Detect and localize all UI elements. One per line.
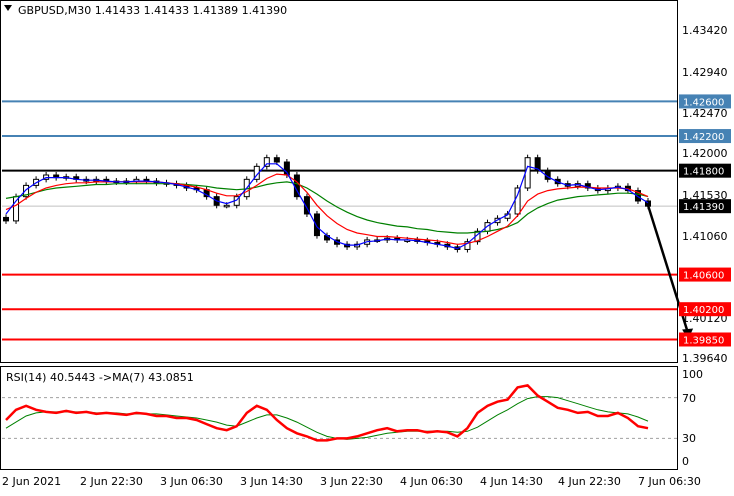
level-price-tag: 1.40600	[679, 267, 731, 282]
x-tick-label: 3 Jun 14:30	[240, 475, 303, 488]
level-price-tag: 1.42200	[679, 129, 731, 144]
level-price-tag-text: 1.42600	[683, 97, 724, 108]
x-tick-label: 3 Jun 06:30	[160, 475, 223, 488]
y-tick-label: 1.43420	[682, 24, 728, 37]
x-tick-label: 4 Jun 22:30	[558, 475, 621, 488]
level-price-tag-text: 1.41800	[683, 167, 724, 178]
level-price-tag: 1.42600	[679, 94, 731, 109]
x-tick-label: 2 Jun 22:30	[80, 475, 143, 488]
x-tick-label: 7 Jun 06:30	[638, 475, 701, 488]
rsi-header-label: RSI(14) 40.5443 ->MA(7) 43.0851	[6, 371, 194, 384]
current-price-tag: 1.41390	[679, 199, 731, 214]
candle-body	[223, 204, 230, 208]
candle-body	[514, 187, 521, 215]
rsi-tick-label: 0	[682, 455, 689, 468]
candle-body	[3, 216, 9, 222]
level-price-tag-text: 1.40200	[683, 305, 724, 316]
x-tick-label: 4 Jun 06:30	[400, 475, 463, 488]
rsi-tick-label: 30	[682, 432, 696, 445]
x-tick-label: 4 Jun 14:30	[480, 475, 543, 488]
level-price-tag: 1.39850	[679, 332, 731, 347]
current-price-tag-text: 1.41390	[683, 202, 724, 213]
chart-header-label: GBPUSD,M30 1.41433 1.41433 1.41389 1.413…	[18, 4, 287, 17]
y-tick-label: 1.42470	[682, 107, 728, 120]
triangle-down-icon[interactable]	[4, 5, 12, 11]
level-price-tag-text: 1.39850	[683, 335, 724, 346]
chart-window[interactable]: GBPUSD,M30 1.41433 1.41433 1.41389 1.413…	[0, 0, 734, 492]
level-price-tag-text: 1.42200	[683, 132, 724, 143]
rsi-tick-label: 100	[682, 368, 703, 381]
rsi-tick-label: 70	[682, 392, 696, 405]
x-tick-label: 2 Jun 2021	[2, 475, 61, 488]
y-tick-label: 1.39640	[682, 352, 728, 365]
y-tick-label: 1.42000	[682, 147, 728, 160]
level-price-tag: 1.40200	[679, 302, 731, 317]
chart-canvas[interactable]: GBPUSD,M30 1.41433 1.41433 1.41389 1.413…	[0, 0, 734, 492]
rsi-line	[5, 384, 649, 442]
level-price-tag-text: 1.40600	[683, 271, 724, 282]
candle-body	[273, 157, 280, 163]
x-tick-label: 3 Jun 22:30	[320, 475, 383, 488]
y-tick-label: 1.42940	[682, 66, 728, 79]
y-tick-label: 1.41060	[682, 230, 728, 243]
level-price-tag: 1.41800	[679, 163, 731, 178]
